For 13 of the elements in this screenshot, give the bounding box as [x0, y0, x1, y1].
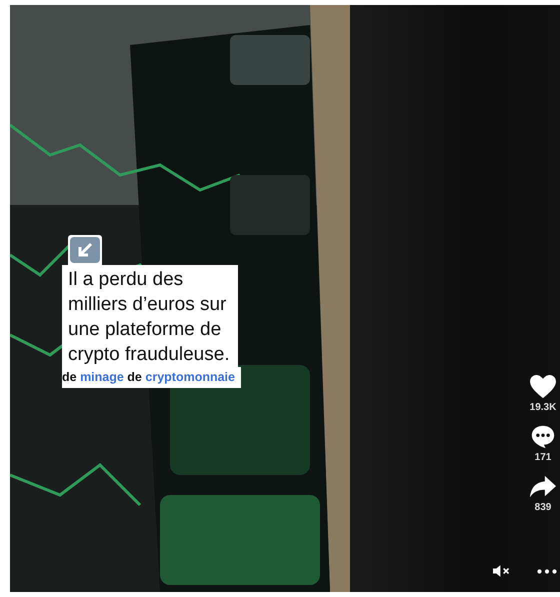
- more-icon[interactable]: [537, 568, 557, 574]
- hashtag-link[interactable]: cryptomonnaie: [145, 370, 235, 384]
- comment-icon[interactable]: [530, 425, 556, 449]
- action-count: 171: [534, 452, 552, 463]
- action-count: 19.3K: [530, 402, 556, 413]
- speaker-icon[interactable]: [493, 565, 511, 577]
- share-icon[interactable]: [530, 475, 556, 499]
- hashtag-link[interactable]: minage: [80, 370, 124, 384]
- video-description: de minage de cryptomonnaie: [62, 367, 241, 388]
- video-caption: Il a perdu des milliers d’euros sur une plateforme de crypto frauduleuse.: [62, 265, 238, 367]
- heart-icon[interactable]: [530, 375, 556, 399]
- arrow-icon: [68, 235, 102, 265]
- action-count: 839: [534, 502, 552, 513]
